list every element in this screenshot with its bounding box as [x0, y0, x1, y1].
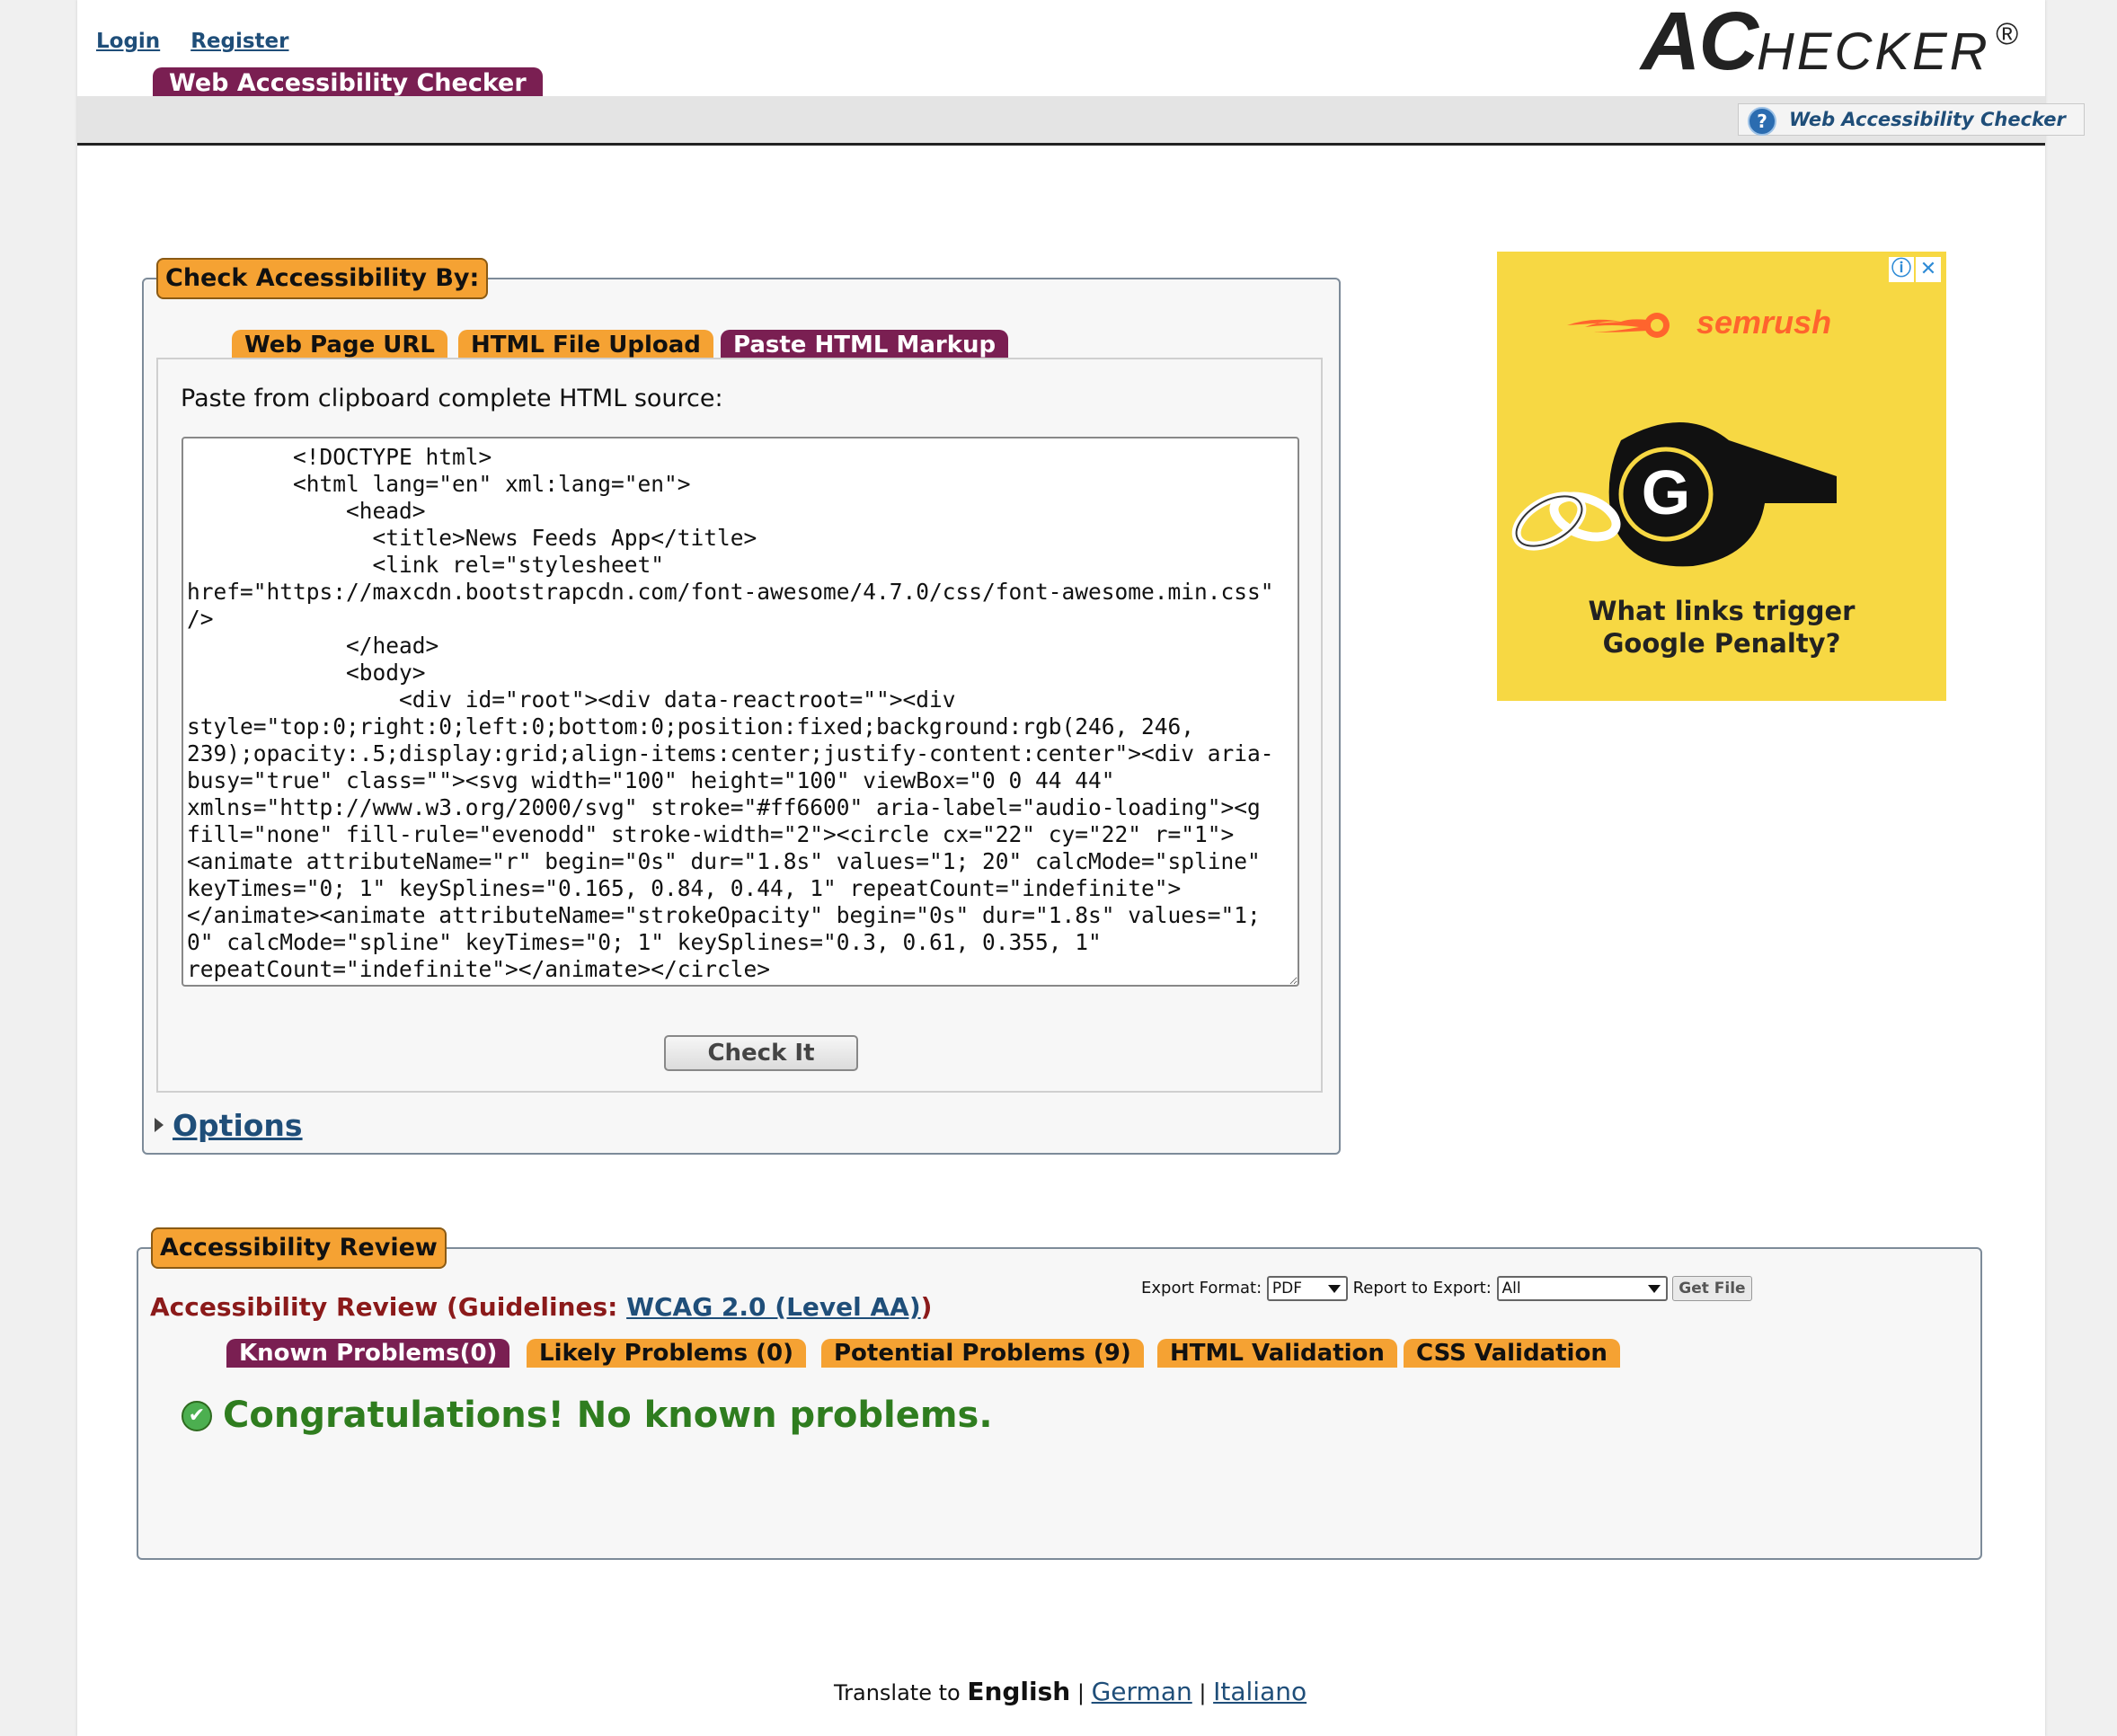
login-link[interactable]: Login [96, 30, 160, 53]
register-link[interactable]: Register [190, 30, 288, 53]
logo-hecker: HECKER [1756, 22, 1990, 81]
lang-separator: | [1199, 1680, 1207, 1705]
report-to-export-label: Report to Export: [1352, 1279, 1492, 1298]
tab-known-problems[interactable]: Known Problems(0) [226, 1339, 510, 1368]
review-title-suffix: ) [920, 1292, 933, 1322]
tab-potential-problems[interactable]: Potential Problems (9) [821, 1339, 1144, 1368]
get-file-button[interactable]: Get File [1672, 1276, 1752, 1301]
ad-info-icon[interactable]: ⓘ [1889, 257, 1914, 282]
achecker-logo: ACHECKER ® [1641, 0, 2018, 89]
paste-label: Paste from clipboard complete HTML sourc… [181, 385, 723, 412]
semrush-ad[interactable]: ⓘ ✕ semrush G What links trigger Google … [1497, 252, 1946, 701]
lang-italiano-link[interactable]: Italiano [1213, 1677, 1307, 1706]
report-to-export-value: All [1501, 1280, 1521, 1298]
ad-headline-line1: What links trigger [1588, 596, 1856, 626]
tab-html-file-upload[interactable]: HTML File Upload [458, 330, 713, 360]
lang-english: English [967, 1677, 1071, 1706]
export-format-value: PDF [1271, 1280, 1302, 1298]
checkmark-icon: ✔ [182, 1401, 212, 1431]
site-title-tab[interactable]: Web Accessibility Checker [153, 67, 543, 97]
check-it-button[interactable]: Check It [664, 1035, 858, 1071]
ad-headline-line2: Google Penalty? [1602, 628, 1841, 659]
logo-ac: AC [1641, 0, 1758, 87]
tab-web-page-url[interactable]: Web Page URL [232, 330, 447, 360]
congrats-text: Congratulations! No known problems. [223, 1395, 993, 1436]
top-nav: Login Register [96, 30, 313, 53]
accessibility-review-legend: Accessibility Review [151, 1227, 447, 1269]
svg-text:G: G [1642, 457, 1690, 527]
whistle-chain-icon: G [1511, 422, 1837, 567]
semrush-flame-icon [1567, 313, 1670, 338]
congrats-message: ✔ Congratulations! No known problems. [182, 1395, 993, 1436]
review-title-prefix: Accessibility Review (Guidelines: [150, 1292, 627, 1322]
ad-close-icon[interactable]: ✕ [1916, 257, 1941, 282]
tab-likely-problems[interactable]: Likely Problems (0) [527, 1339, 806, 1368]
tab-paste-html-markup[interactable]: Paste HTML Markup [721, 330, 1009, 360]
export-format-label: Export Format: [1141, 1279, 1262, 1298]
export-format-select[interactable]: PDF [1266, 1276, 1348, 1301]
help-link[interactable]: ? Web Accessibility Checker [1738, 103, 2085, 136]
expand-triangle-icon [155, 1118, 164, 1132]
review-title: Accessibility Review (Guidelines: WCAG 2… [150, 1292, 932, 1322]
ad-headline: What links trigger Google Penalty? [1497, 595, 1946, 660]
help-icon: ? [1748, 107, 1776, 136]
options-toggle[interactable]: Options [155, 1108, 303, 1143]
html-markup-textarea[interactable]: <!DOCTYPE html> <html lang="en" xml:lang… [182, 437, 1299, 987]
export-controls: Export Format: PDF Report to Export: All… [1141, 1276, 1752, 1301]
check-accessibility-legend: Check Accessibility By: [156, 258, 489, 299]
logo-registered: ® [1995, 17, 2018, 51]
ad-controls: ⓘ ✕ [1889, 257, 1941, 282]
report-to-export-select[interactable]: All [1496, 1276, 1668, 1301]
semrush-brand: semrush [1696, 304, 1832, 341]
lang-separator: | [1076, 1680, 1085, 1705]
wcag-guideline-link[interactable]: WCAG 2.0 (Level AA) [626, 1292, 921, 1322]
help-link-label: Web Accessibility Checker [1789, 109, 2066, 130]
footer-translate: Translate to English | German | Italiano [834, 1677, 1307, 1706]
translate-label: Translate to [834, 1680, 968, 1705]
lang-german-link[interactable]: German [1092, 1677, 1192, 1706]
tab-css-validation[interactable]: CSS Validation [1404, 1339, 1620, 1368]
options-link[interactable]: Options [173, 1108, 303, 1143]
tab-html-validation[interactable]: HTML Validation [1157, 1339, 1397, 1368]
